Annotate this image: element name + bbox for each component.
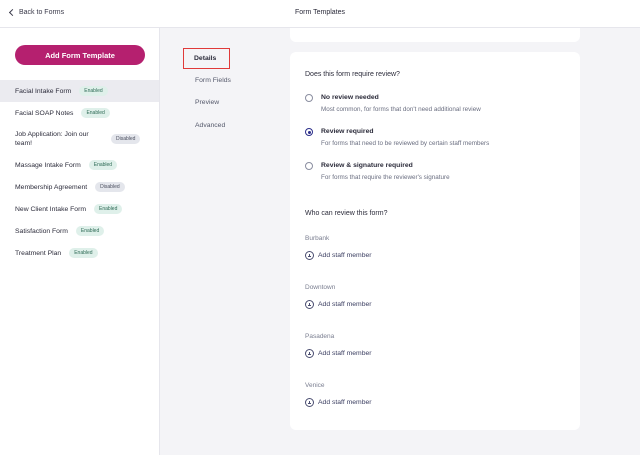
template-name: Massage Intake Form (15, 161, 81, 169)
status-badge: Enabled (88, 160, 118, 170)
radio-review-required[interactable]: Review required For forms that need to b… (305, 128, 489, 147)
subnav-advanced[interactable]: Advanced (183, 114, 253, 137)
radio-label: No review needed (321, 94, 379, 101)
status-badge: Disabled (111, 134, 141, 144)
template-name: Facial Intake Form (15, 87, 72, 95)
radio-button[interactable] (305, 162, 313, 170)
plus-circle-icon (305, 251, 314, 260)
status-badge: Enabled (79, 86, 108, 96)
status-badge: Disabled (95, 182, 125, 192)
location-burbank: Burbank (305, 235, 330, 242)
status-badge: Enabled (81, 108, 110, 118)
template-name: Job Application: Join our team! (15, 131, 89, 147)
add-staff-label: Add staff member (318, 399, 372, 406)
template-item-satisfaction-form[interactable]: Satisfaction Form Enabled (0, 220, 159, 242)
form-subnav: Details Form Fields Preview Advanced (183, 48, 253, 137)
add-staff-venice-button[interactable]: Add staff member (305, 398, 372, 407)
template-item-job-application[interactable]: Job Application: Join our team! Disabled (0, 124, 159, 154)
radio-review-signature[interactable]: Review & signature required For forms th… (305, 162, 450, 181)
plus-circle-icon (305, 300, 314, 309)
template-item-massage-intake-form[interactable]: Massage Intake Form Enabled (0, 154, 159, 176)
top-bar: Back to Forms Form Templates (0, 0, 640, 28)
template-item-new-client-intake-form[interactable]: New Client Intake Form Enabled (0, 198, 159, 220)
subnav-details[interactable]: Details (183, 48, 230, 69)
location-venice: Venice (305, 382, 325, 389)
template-name: Facial SOAP Notes (15, 109, 74, 117)
radio-no-review[interactable]: No review needed Most common, for forms … (305, 94, 481, 113)
status-badge: Enabled (69, 248, 98, 258)
template-item-facial-intake-form[interactable]: Facial Intake Form Enabled (0, 80, 159, 102)
template-name: Treatment Plan (15, 249, 62, 257)
page-title: Form Templates (294, 9, 346, 16)
template-name: Satisfaction Form (15, 227, 68, 235)
status-badge: Enabled (75, 226, 105, 236)
template-name: Membership Agreement (15, 183, 88, 191)
radio-button[interactable] (305, 128, 313, 136)
add-staff-label: Add staff member (318, 252, 372, 259)
location-downtown: Downtown (305, 284, 336, 291)
add-staff-label: Add staff member (318, 350, 372, 357)
radio-description: For forms that need to be reviewed by ce… (321, 140, 490, 147)
sidebar: Add Form Template Facial Intake Form Ena… (0, 28, 160, 455)
radio-label: Review & signature required (321, 162, 413, 169)
reviewers-question: Who can review this form? (305, 210, 388, 217)
add-staff-downtown-button[interactable]: Add staff member (305, 300, 372, 309)
status-badge: Enabled (94, 204, 123, 214)
add-form-template-button[interactable]: Add Form Template (15, 45, 145, 65)
add-staff-pasadena-button[interactable]: Add staff member (305, 349, 372, 358)
review-settings-card: Does this form require review? No review… (290, 52, 580, 430)
template-item-treatment-plan[interactable]: Treatment Plan Enabled (0, 242, 159, 264)
subnav-preview[interactable]: Preview (183, 92, 253, 115)
radio-description: For forms that require the reviewer's si… (321, 174, 450, 181)
previous-card (290, 28, 580, 42)
subnav-form-fields[interactable]: Form Fields (183, 69, 253, 92)
radio-description: Most common, for forms that don't need a… (321, 106, 481, 113)
template-item-membership-agreement[interactable]: Membership Agreement Disabled (0, 176, 159, 198)
template-item-facial-soap-notes[interactable]: Facial SOAP Notes Enabled (0, 102, 159, 124)
review-question: Does this form require review? (305, 71, 400, 78)
template-list: Facial Intake Form Enabled Facial SOAP N… (0, 80, 159, 264)
plus-circle-icon (305, 398, 314, 407)
add-staff-label: Add staff member (318, 301, 372, 308)
add-staff-burbank-button[interactable]: Add staff member (305, 251, 372, 260)
radio-label: Review required (321, 128, 374, 135)
radio-button[interactable] (305, 94, 313, 102)
template-name: New Client Intake Form (15, 205, 87, 213)
location-pasadena: Pasadena (305, 333, 335, 340)
plus-circle-icon (305, 349, 314, 358)
